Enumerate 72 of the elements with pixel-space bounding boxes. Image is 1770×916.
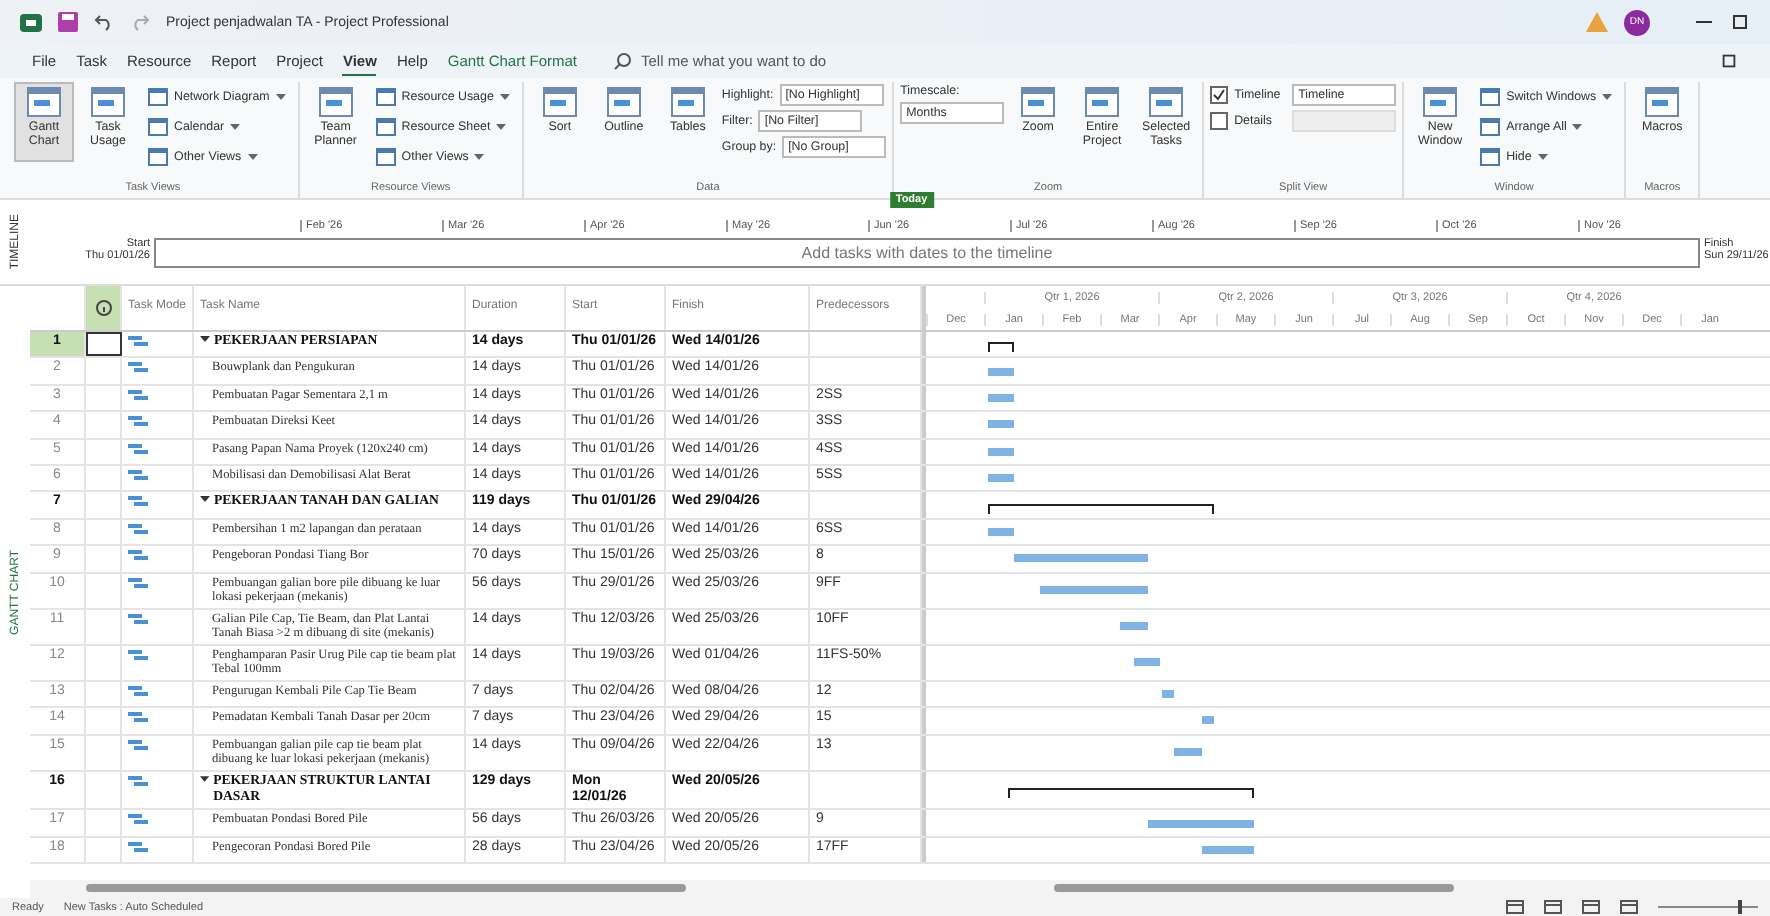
- task-bar[interactable]: [1134, 658, 1161, 667]
- collapse-icon[interactable]: [200, 773, 210, 784]
- save-icon[interactable]: [58, 12, 78, 32]
- window-icon: [90, 86, 126, 118]
- table-cell[interactable]: [86, 332, 122, 357]
- caret-icon: [230, 124, 241, 130]
- collapse-icon[interactable]: [200, 334, 210, 344]
- warning-icon: [1586, 12, 1608, 32]
- summary-bar[interactable]: [987, 342, 1014, 353]
- window-icon: [148, 148, 168, 166]
- restore-icon[interactable]: [1720, 52, 1738, 70]
- collapse-icon[interactable]: [200, 494, 210, 505]
- window-icon: [148, 118, 168, 136]
- info-icon: [95, 300, 111, 316]
- caret-icon: [499, 94, 510, 100]
- task-bar[interactable]: [987, 420, 1014, 429]
- caret-icon: [1602, 94, 1613, 100]
- task-bar[interactable]: [1161, 689, 1175, 698]
- task-bar[interactable]: [1013, 554, 1148, 563]
- undo-icon[interactable]: [94, 12, 114, 32]
- caret-icon: [1537, 154, 1548, 160]
- timeline-bar[interactable]: Add tasks with dates to the timeline: [154, 238, 1700, 268]
- window-icon: [1084, 86, 1121, 118]
- window-icon: [148, 88, 168, 106]
- task-bar[interactable]: [1201, 846, 1255, 855]
- scrollbar-thumb[interactable]: [86, 884, 686, 892]
- window-icon: [669, 86, 706, 118]
- view-icon[interactable]: [1582, 900, 1600, 914]
- task-bar[interactable]: [987, 527, 1014, 536]
- window-icon: [605, 86, 642, 118]
- checkbox[interactable]: [1210, 112, 1229, 130]
- task-bar[interactable]: [1040, 586, 1148, 595]
- summary-bar[interactable]: [987, 503, 1215, 514]
- app-logo-icon: [20, 11, 42, 33]
- view-icon[interactable]: [1506, 900, 1524, 914]
- window-icon: [375, 118, 396, 136]
- view-icon[interactable]: [1544, 900, 1562, 914]
- summary-bar[interactable]: [1008, 788, 1255, 799]
- task-mode-icon: [128, 647, 148, 662]
- dropdown-field: [1292, 110, 1397, 132]
- caret-icon: [474, 154, 485, 160]
- task-bar[interactable]: [1174, 748, 1202, 757]
- checkbox[interactable]: [1210, 86, 1229, 104]
- window-icon: [375, 148, 396, 166]
- window-icon: [1020, 86, 1057, 118]
- caret-icon: [1572, 124, 1583, 130]
- task-bar[interactable]: [1201, 716, 1215, 725]
- window-icon: [1422, 86, 1459, 118]
- caret-icon: [275, 94, 286, 100]
- window-icon: [1148, 86, 1185, 118]
- window-icon: [1480, 88, 1501, 106]
- window-icon: [317, 86, 354, 118]
- caret-icon: [496, 124, 507, 130]
- task-bar[interactable]: [987, 447, 1014, 456]
- window-icon: [541, 86, 578, 118]
- task-mode-icon: [128, 611, 148, 626]
- window-icon: [1480, 118, 1501, 136]
- task-bar[interactable]: [1120, 622, 1148, 631]
- task-bar[interactable]: [987, 474, 1014, 483]
- task-mode-icon: [128, 773, 148, 788]
- redo-icon[interactable]: [130, 12, 150, 32]
- search-icon: [613, 52, 631, 70]
- window-icon: [26, 86, 62, 118]
- task-bar[interactable]: [1147, 819, 1255, 828]
- window-icon: [375, 88, 396, 106]
- view-icon[interactable]: [1620, 900, 1638, 914]
- caret-icon: [247, 154, 258, 160]
- window-icon: [1644, 86, 1681, 118]
- task-bar[interactable]: [987, 393, 1014, 402]
- task-bar[interactable]: [987, 367, 1014, 376]
- window-icon: [1480, 148, 1501, 166]
- scrollbar-thumb[interactable]: [1054, 884, 1454, 892]
